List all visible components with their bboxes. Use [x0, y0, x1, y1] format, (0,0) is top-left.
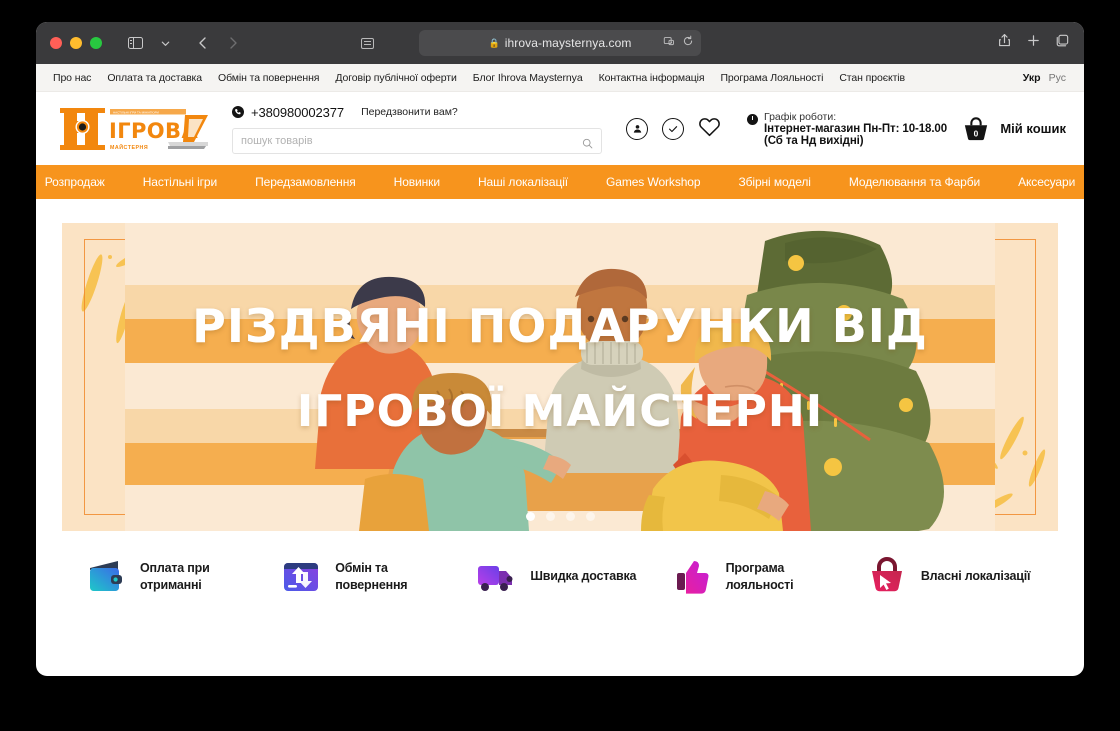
basket-icon: 0	[962, 116, 990, 142]
feature-item-payment-on-delivery[interactable]: Оплата при отриманні	[86, 557, 281, 597]
feature-item-loyalty-program[interactable]: Програма лояльності	[672, 557, 867, 597]
nav-item-preorder[interactable]: Передзамовлення	[236, 175, 375, 189]
phone-icon	[232, 106, 244, 118]
search-bar[interactable]	[232, 128, 602, 154]
browser-window: 🔒 ihrova-maysternya.com Про нас Оплата т…	[36, 22, 1084, 676]
callback-link[interactable]: Передзвонити вам?	[361, 106, 458, 118]
sidebar-toggle-icon[interactable]	[122, 31, 148, 55]
nav-item-sale[interactable]: Розпродаж	[36, 175, 124, 189]
header-contact-block: +380980002377 Передзвонити вам?	[232, 103, 602, 154]
toplink-loyalty[interactable]: Програма Лояльності	[720, 72, 823, 84]
browser-toolbar: 🔒 ihrova-maysternya.com	[36, 22, 1084, 64]
wallet-icon	[86, 557, 126, 597]
toplink-payment-delivery[interactable]: Оплата та доставка	[107, 72, 202, 84]
toplink-exchange-return[interactable]: Обмін та повернення	[218, 72, 319, 84]
top-utility-nav: Про нас Оплата та доставка Обмін та пове…	[36, 64, 1084, 92]
feature-item-exchange-return[interactable]: Обмін та повернення	[281, 557, 476, 597]
carousel-dots	[62, 512, 1058, 521]
search-input[interactable]	[241, 135, 582, 147]
cart-button[interactable]: 0 Мій кошик	[962, 116, 1066, 142]
plus-icon[interactable]	[1026, 33, 1041, 53]
reload-icon[interactable]	[682, 34, 694, 52]
toplink-contacts[interactable]: Контактна інформація	[599, 72, 705, 84]
close-window-button[interactable]	[50, 37, 62, 49]
toplink-project-status[interactable]: Стан проєктів	[839, 72, 905, 84]
schedule-title: Графік роботи:	[764, 110, 837, 123]
feature-item-fast-delivery[interactable]: Швидка доставка	[476, 557, 671, 597]
toplink-blog[interactable]: Блог Ihrova Maysternya	[473, 72, 583, 84]
clock-icon	[747, 113, 758, 125]
lang-option-ukr[interactable]: Укр	[1023, 72, 1041, 84]
phone-number[interactable]: +380980002377	[251, 105, 344, 120]
hero-headline-line-2: ІГРОВОЇ МАЙСТЕРНІ	[296, 386, 824, 437]
share-icon[interactable]	[997, 33, 1012, 53]
schedule-line-2: (Сб та Нд вихідні)	[764, 134, 864, 147]
heart-icon[interactable]	[698, 116, 721, 142]
header-action-icons	[626, 116, 721, 142]
main-navigation: Розпродаж Настільні ігри Передзамовлення…	[36, 165, 1084, 199]
nav-item-board-games[interactable]: Настільні ігри	[124, 175, 236, 189]
show-tabs-icon[interactable]	[1055, 33, 1070, 53]
toplink-about[interactable]: Про нас	[53, 72, 91, 84]
toplink-public-offer[interactable]: Договір публічної оферти	[335, 72, 456, 84]
minimize-window-button[interactable]	[70, 37, 82, 49]
shopping-bag-cursor-icon	[867, 557, 907, 597]
lang-option-rus[interactable]: Рус	[1049, 72, 1066, 84]
lock-icon: 🔒	[488, 37, 500, 48]
carousel-dot-3[interactable]	[565, 512, 575, 521]
hero-section: РІЗДВЯНІ ПОДАРУНКИ ВІД ІГРОВОЇ МАЙСТЕРНІ	[36, 199, 1084, 531]
features-row: Оплата при отриманні Обмін та повернення	[36, 531, 1084, 597]
back-chevron-icon[interactable]	[190, 31, 216, 55]
site-logo[interactable]: НАСТІЛЬНІ ІГРИ ТА МІНІАТЮРИ ІГРОВА МАЙСТ…	[58, 102, 210, 156]
feature-item-own-localizations[interactable]: Власні локалізації	[867, 557, 1062, 597]
address-bar-url: ihrova-maysternya.com	[504, 36, 632, 50]
nav-item-our-localizations[interactable]: Наші локалізації	[459, 175, 587, 189]
cart-label: Мій кошик	[1000, 121, 1066, 136]
window-traffic-lights	[50, 37, 102, 49]
site-header: НАСТІЛЬНІ ІГРИ ТА МІНІАТЮРИ ІГРОВА МАЙСТ…	[36, 92, 1084, 165]
schedule-line-1: Інтернет-магазин Пн-Пт: 10-18.00	[764, 122, 948, 135]
reader-view-icon[interactable]	[354, 31, 380, 55]
feature-label: Швидка доставка	[530, 569, 637, 584]
check-circle-icon[interactable]	[662, 117, 684, 140]
feature-label: Програма лояльності	[725, 560, 794, 592]
carousel-dot-4[interactable]	[585, 512, 595, 521]
svg-text:МАЙСТЕРНЯ: МАЙСТЕРНЯ	[110, 143, 148, 151]
maximize-window-button[interactable]	[90, 37, 102, 49]
nav-item-modeling-paints[interactable]: Моделювання та Фарби	[830, 175, 999, 189]
address-bar[interactable]: 🔒 ihrova-maysternya.com	[419, 30, 701, 56]
svg-text:НАСТІЛЬНІ ІГРИ ТА МІНІАТЮРИ: НАСТІЛЬНІ ІГРИ ТА МІНІАТЮРИ	[113, 110, 159, 114]
thumbs-up-icon	[672, 557, 712, 597]
hero-headline-line-1: РІЗДВЯНІ ПОДАРУНКИ ВІД	[192, 299, 928, 353]
extensions-icon[interactable]	[663, 34, 675, 52]
hero-headline: РІЗДВЯНІ ПОДАРУНКИ ВІД ІГРОВОЇ МАЙСТЕРНІ	[62, 283, 1058, 455]
user-account-icon[interactable]	[626, 117, 648, 140]
chevron-down-icon[interactable]	[152, 31, 178, 55]
nav-item-accessories[interactable]: Аксесуари	[999, 175, 1084, 189]
search-icon[interactable]	[582, 136, 593, 148]
hero-carousel[interactable]: РІЗДВЯНІ ПОДАРУНКИ ВІД ІГРОВОЇ МАЙСТЕРНІ	[62, 223, 1058, 531]
nav-item-games-workshop[interactable]: Games Workshop	[587, 175, 719, 189]
delivery-truck-icon	[476, 557, 516, 597]
feature-label: Обмін та повернення	[335, 560, 408, 592]
forward-chevron-icon[interactable]	[220, 31, 246, 55]
carousel-dot-2[interactable]	[545, 512, 555, 521]
working-hours-block: Графік роботи: Інтернет-магазин Пн-Пт: 1…	[747, 111, 947, 147]
carousel-dot-1[interactable]	[525, 512, 535, 521]
language-switcher: Укр Рус	[1023, 72, 1066, 84]
cart-count: 0	[974, 128, 979, 138]
feature-label: Власні локалізації	[920, 569, 1031, 584]
nav-item-model-kits[interactable]: Збірні моделі	[719, 175, 829, 189]
exchange-window-icon	[281, 557, 321, 597]
nav-item-new[interactable]: Новинки	[375, 175, 459, 189]
feature-label: Оплата при отриманні	[140, 560, 210, 592]
